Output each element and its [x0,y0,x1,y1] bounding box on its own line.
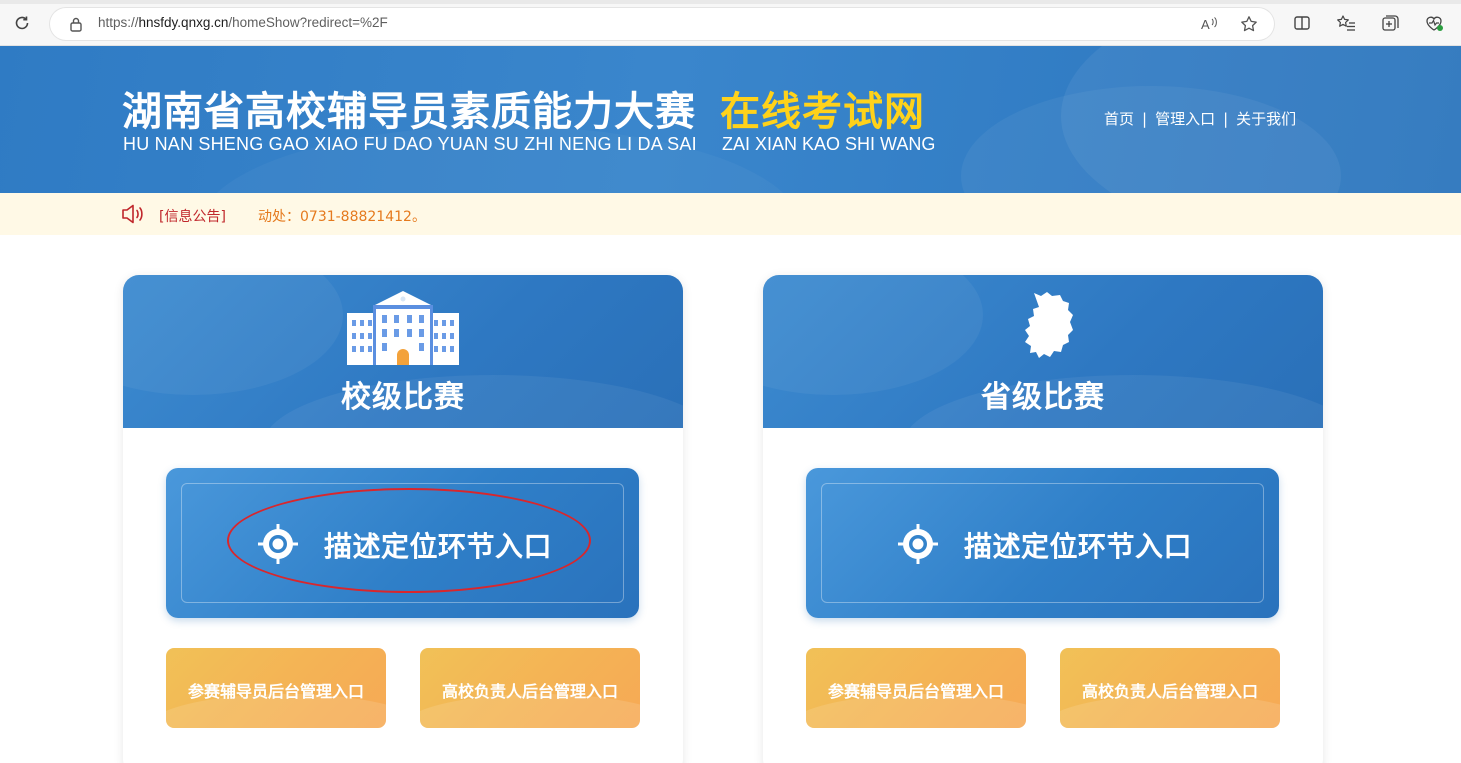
university-head-admin-entry-button[interactable]: 高校负责人后台管理入口 [420,648,640,728]
description-positioning-entry-button[interactable]: 描述定位环节入口 [806,468,1279,618]
nav-separator: | [1142,110,1148,128]
school-level-card: 校级比赛 描述定位环节入口 参赛辅导员后台管理入口 高校负责人后台管理入口 [123,275,683,763]
counselor-admin-entry-button[interactable]: 参赛辅导员后台管理入口 [166,648,386,728]
svg-text:A: A [1201,17,1210,32]
nav-about-link[interactable]: 关于我们 [1236,110,1296,128]
nav-separator: | [1223,110,1229,128]
sub-button-label: 高校负责人后台管理入口 [441,682,618,701]
notice-label[interactable]: [信息公告] [159,206,226,226]
reload-icon[interactable] [8,9,36,37]
nav-admin-link[interactable]: 管理入口 [1155,110,1215,128]
card-header: 省级比赛 [763,275,1323,428]
url-text[interactable]: https://hnsfdy.qnxg.cn/homeShow?redirect… [98,15,388,30]
browser-toolbar: https://hnsfdy.qnxg.cn/homeShow?redirect… [0,0,1461,46]
collections-icon[interactable] [1376,9,1404,37]
target-icon [897,523,939,569]
target-icon [257,523,299,569]
card-title: 校级比赛 [341,380,465,415]
main-button-label: 描述定位环节入口 [324,530,553,563]
notice-bar: [信息公告] 动处：0731-88821412。 [0,193,1461,235]
top-nav: 首页 | 管理入口 | 关于我们 [1104,108,1296,129]
browser-essentials-icon[interactable] [1420,9,1448,37]
site-title: 湖南省高校辅导员素质能力大赛 [122,89,696,135]
site-title-highlight: 在线考试网 [720,89,925,135]
nav-home-link[interactable]: 首页 [1104,110,1134,128]
favorites-list-icon[interactable] [1332,9,1360,37]
university-head-admin-entry-button[interactable]: 高校负责人后台管理入口 [1060,648,1280,728]
provincial-level-card: 省级比赛 描述定位环节入口 参赛辅导员后台管理入口 高校负责人后台管理入口 [763,275,1323,763]
url-path: /homeShow?redirect=%2F [228,15,388,30]
school-building-icon [123,289,683,367]
site-title-pinyin: HU NAN SHENG GAO XIAO FU DAO YUAN SU ZHI… [123,134,697,154]
split-screen-icon[interactable] [1288,9,1316,37]
address-bar[interactable]: https://hnsfdy.qnxg.cn/homeShow?redirect… [50,8,1274,40]
card-title: 省级比赛 [981,380,1105,415]
url-scheme: https:// [98,15,139,30]
card-header: 校级比赛 [123,275,683,428]
url-host: hnsfdy.qnxg.cn [138,15,229,30]
notice-text: 动处：0731-88821412。 [258,209,426,225]
sub-button-label: 参赛辅导员后台管理入口 [827,682,1004,701]
sub-button-label: 高校负责人后台管理入口 [1081,682,1258,701]
favorite-star-icon[interactable] [1235,10,1263,38]
lock-icon[interactable] [62,10,90,38]
browser-tab-strip-edge [0,0,1461,4]
read-aloud-icon[interactable]: A [1196,10,1224,38]
counselor-admin-entry-button[interactable]: 参赛辅导员后台管理入口 [806,648,1026,728]
site-header-banner: 湖南省高校辅导员素质能力大赛 在线考试网 HU NAN SHENG GAO XI… [0,46,1461,193]
sub-button-label: 参赛辅导员后台管理入口 [187,682,364,701]
site-title-highlight-pinyin: ZAI XIAN KAO SHI WANG [722,134,936,154]
main-button-label: 描述定位环节入口 [964,530,1193,563]
speaker-icon [120,203,146,229]
description-positioning-entry-button[interactable]: 描述定位环节入口 [166,468,639,618]
hunan-map-icon [763,289,1323,367]
